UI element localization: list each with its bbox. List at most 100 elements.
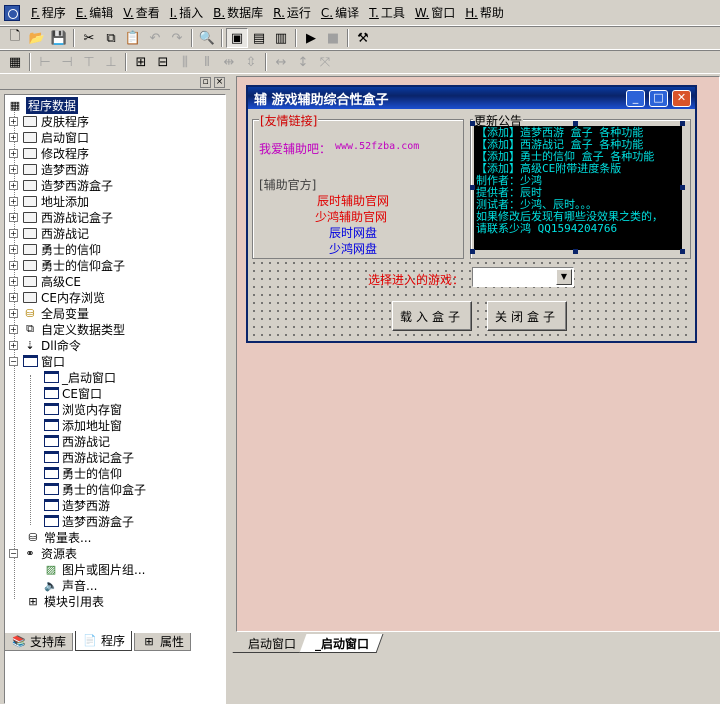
menu-edit[interactable]: E. 编辑 bbox=[71, 3, 118, 23]
expand-icon[interactable]: + bbox=[9, 116, 18, 126]
layout-panel-icon[interactable]: ▥ bbox=[270, 28, 292, 48]
expand-icon[interactable]: + bbox=[9, 164, 18, 174]
expand-icon[interactable]: + bbox=[9, 148, 18, 158]
tree-item[interactable]: + 勇士的信仰 bbox=[9, 241, 101, 257]
maximize-icon[interactable]: □ bbox=[649, 90, 668, 107]
tree-window-item[interactable]: 西游战记 bbox=[43, 433, 110, 449]
expand-icon[interactable]: + bbox=[9, 276, 18, 286]
tree-window-item[interactable]: 添加地址窗 bbox=[43, 417, 122, 433]
align-left-icon[interactable]: ⊢ bbox=[34, 52, 56, 72]
same-width-icon[interactable]: ⇹ bbox=[218, 52, 240, 72]
tree-window-item[interactable]: 西游战记盒子 bbox=[43, 449, 134, 465]
menu-run[interactable]: R. 运行 bbox=[268, 3, 316, 23]
collapse-icon[interactable]: − bbox=[9, 356, 18, 366]
resize-both-icon[interactable]: ⤧ bbox=[314, 52, 336, 72]
collapse-icon[interactable]: − bbox=[9, 548, 18, 558]
menu-tools[interactable]: T. 工具 bbox=[364, 3, 410, 23]
tree-item[interactable]: + 皮肤程序 bbox=[9, 113, 89, 129]
tree-window-item[interactable]: 勇士的信仰盒子 bbox=[43, 481, 146, 497]
news-textbox[interactable]: 【添加】造梦西游 盒子 各种功能 【添加】西游战记 盒子 各种功能 【添加】勇士… bbox=[474, 126, 682, 250]
tree-item[interactable]: + 西游战记盒子 bbox=[9, 209, 113, 225]
menu-insert[interactable]: I. 插入 bbox=[165, 3, 208, 23]
layout-split-icon[interactable]: ▤ bbox=[248, 28, 270, 48]
selection-handle[interactable] bbox=[680, 185, 685, 190]
new-file-icon[interactable]: 🗋 bbox=[4, 28, 26, 48]
selection-handle[interactable] bbox=[573, 249, 578, 254]
expand-icon[interactable]: + bbox=[9, 228, 18, 238]
open-folder-icon[interactable]: 📂 bbox=[26, 28, 48, 48]
tree-item[interactable]: + 地址添加 bbox=[9, 193, 89, 209]
pin-icon[interactable]: ▫ bbox=[200, 77, 211, 88]
stop-icon[interactable]: ■ bbox=[322, 28, 344, 48]
tree-window-item[interactable]: 勇士的信仰 bbox=[43, 465, 122, 481]
tree-item[interactable]: + 启动窗口 bbox=[9, 129, 89, 145]
expand-icon[interactable]: + bbox=[9, 308, 18, 318]
align-top-icon[interactable]: ⊤ bbox=[78, 52, 100, 72]
expand-icon[interactable]: + bbox=[9, 180, 18, 190]
expand-icon[interactable]: + bbox=[9, 340, 18, 350]
selection-handle[interactable] bbox=[470, 121, 475, 126]
minimize-icon[interactable]: _ bbox=[626, 90, 645, 107]
tab-properties[interactable]: ⊞ 属性 bbox=[134, 633, 192, 651]
tab-support-library[interactable]: 📚 支持库 bbox=[4, 633, 74, 651]
center-horizontal-icon[interactable]: ⊞ bbox=[130, 52, 152, 72]
find-icon[interactable]: 🔍 bbox=[196, 28, 218, 48]
tree-item[interactable]: + 造梦西游盒子 bbox=[9, 177, 113, 193]
close-icon[interactable]: ✕ bbox=[672, 90, 691, 107]
tree-item[interactable]: 🔈 声音... bbox=[43, 577, 97, 593]
links-frame[interactable]: [友情链接] 我爱辅助吧： www.52fzba.com [辅助官方] 辰时辅助… bbox=[252, 112, 464, 259]
tree-item[interactable]: + 高级CE bbox=[9, 273, 81, 289]
center-vertical-icon[interactable]: ⊟ bbox=[152, 52, 174, 72]
designed-form-window[interactable]: 辅 游戏辅助综合性盒子 _ □ ✕ [友情链接] 我爱辅助吧： www.52fz… bbox=[246, 85, 697, 343]
resize-width-icon[interactable]: ↔ bbox=[270, 52, 292, 72]
tree-root[interactable]: ▦ 程序数据 bbox=[7, 96, 79, 114]
selection-handle[interactable] bbox=[680, 121, 685, 126]
tree-item[interactable]: + 造梦西游 bbox=[9, 161, 89, 177]
run-icon[interactable]: ▶ bbox=[300, 28, 322, 48]
tree-item[interactable]: − 窗口 bbox=[9, 353, 65, 369]
expand-icon[interactable]: + bbox=[9, 196, 18, 206]
game-select[interactable]: ▼ bbox=[472, 267, 574, 287]
tab-program[interactable]: 📄 程序 bbox=[75, 631, 133, 651]
official-link[interactable]: 少鸿网盘 bbox=[329, 240, 377, 257]
tree-window-item[interactable]: 造梦西游 bbox=[43, 497, 110, 513]
debug-icon[interactable]: ⚒ bbox=[352, 28, 374, 48]
tree-item[interactable]: + ⇣ Dll命令 bbox=[9, 337, 81, 353]
tree-window-item[interactable]: CE窗口 bbox=[43, 385, 102, 401]
resize-height-icon[interactable]: ↕ bbox=[292, 52, 314, 72]
space-horizontal-icon[interactable]: ⫼ bbox=[174, 52, 196, 72]
expand-icon[interactable]: + bbox=[9, 292, 18, 302]
space-vertical-icon[interactable]: ⫴ bbox=[196, 52, 218, 72]
tree-item[interactable]: − ⚭ 资源表 bbox=[9, 545, 77, 561]
selection-handle[interactable] bbox=[470, 185, 475, 190]
align-bottom-icon[interactable]: ⊥ bbox=[100, 52, 122, 72]
menu-database[interactable]: B. 数据库 bbox=[208, 3, 268, 23]
same-height-icon[interactable]: ⇳ bbox=[240, 52, 262, 72]
tree-window-item[interactable]: 浏览内存窗 bbox=[43, 401, 122, 417]
official-link[interactable]: 少鸿辅助官网 bbox=[315, 208, 387, 225]
save-icon[interactable]: 💾 bbox=[48, 28, 70, 48]
tree-item[interactable]: ⊞ 模块引用表 bbox=[25, 593, 104, 609]
expand-icon[interactable]: + bbox=[9, 132, 18, 142]
selection-handle[interactable] bbox=[470, 249, 475, 254]
tree-item[interactable]: + ⧉ 自定义数据类型 bbox=[9, 321, 125, 337]
menu-compile[interactable]: C. 编译 bbox=[316, 3, 364, 23]
menu-help[interactable]: H. 帮助 bbox=[460, 3, 509, 23]
cut-icon[interactable]: ✂ bbox=[78, 28, 100, 48]
tab-startup-window-active[interactable]: _启动窗口 bbox=[299, 634, 384, 653]
tree-item[interactable]: ⛁ 常量表... bbox=[25, 529, 91, 545]
layout-window-icon[interactable]: ▣ bbox=[226, 28, 248, 48]
tab-startup-window[interactable]: 启动窗口 bbox=[232, 634, 311, 653]
expand-icon[interactable]: + bbox=[9, 260, 18, 270]
official-link[interactable]: 辰时辅助官网 bbox=[317, 192, 389, 209]
redo-icon[interactable]: ↷ bbox=[166, 28, 188, 48]
expand-icon[interactable]: + bbox=[9, 324, 18, 334]
selection-handle[interactable] bbox=[680, 249, 685, 254]
tree-item[interactable]: + 勇士的信仰盒子 bbox=[9, 257, 125, 273]
menu-view[interactable]: V. 查看 bbox=[118, 3, 165, 23]
expand-icon[interactable]: + bbox=[9, 212, 18, 222]
copy-icon[interactable]: ⧉ bbox=[100, 28, 122, 48]
selection-handle[interactable] bbox=[573, 121, 578, 126]
chevron-down-icon[interactable]: ▼ bbox=[556, 269, 572, 285]
tree-item[interactable]: ▨ 图片或图片组... bbox=[43, 561, 146, 577]
